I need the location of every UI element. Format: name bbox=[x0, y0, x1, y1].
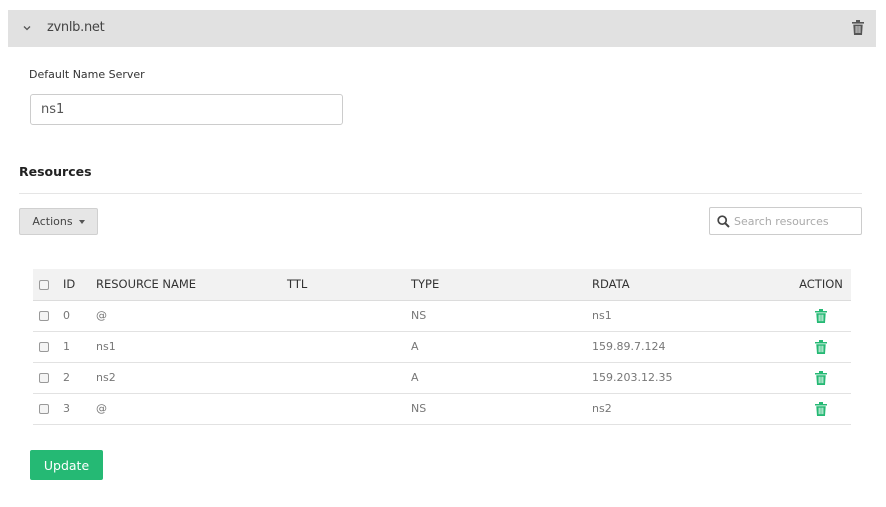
table-header-row: ID RESOURCE NAME TTL TYPE RDATA ACTION bbox=[33, 269, 851, 300]
table-row: 2 ns2 A 159.203.12.35 bbox=[33, 362, 851, 393]
delete-row-icon[interactable] bbox=[815, 401, 827, 416]
column-header-rdata[interactable]: RDATA bbox=[592, 269, 791, 300]
cell-ttl bbox=[287, 362, 411, 393]
search-input[interactable] bbox=[734, 208, 858, 234]
resources-heading: Resources bbox=[19, 164, 92, 179]
cell-ttl bbox=[287, 393, 411, 424]
cell-id: 3 bbox=[63, 402, 70, 415]
row-checkbox[interactable] bbox=[39, 342, 49, 352]
delete-row-icon[interactable] bbox=[815, 370, 827, 385]
actions-dropdown-button[interactable]: Actions bbox=[19, 208, 98, 235]
cell-type: NS bbox=[411, 402, 427, 415]
column-header-action: ACTION bbox=[799, 277, 843, 292]
resources-table: ID RESOURCE NAME TTL TYPE RDATA ACTION 0… bbox=[33, 269, 851, 425]
cell-type: A bbox=[411, 340, 419, 353]
cell-type: A bbox=[411, 371, 419, 384]
row-checkbox[interactable] bbox=[39, 311, 49, 321]
cell-id: 0 bbox=[63, 309, 70, 322]
cell-resource-name: @ bbox=[96, 402, 107, 415]
domain-title: zvnlb.net bbox=[47, 20, 105, 35]
cell-id: 2 bbox=[63, 371, 70, 384]
search-box[interactable] bbox=[709, 207, 862, 235]
divider bbox=[19, 193, 862, 194]
table-row: 0 @ NS ns1 bbox=[33, 300, 851, 331]
table-row: 3 @ NS ns2 bbox=[33, 393, 851, 424]
delete-row-icon[interactable] bbox=[815, 308, 827, 323]
cell-rdata: 159.203.12.35 bbox=[592, 371, 673, 384]
table-row: 1 ns1 A 159.89.7.124 bbox=[33, 331, 851, 362]
column-header-id[interactable]: ID bbox=[63, 269, 96, 300]
select-all-checkbox[interactable] bbox=[39, 279, 49, 290]
column-header-type[interactable]: TYPE bbox=[411, 269, 592, 300]
cell-rdata: 159.89.7.124 bbox=[592, 340, 666, 353]
row-checkbox[interactable] bbox=[39, 373, 49, 383]
delete-row-icon[interactable] bbox=[815, 339, 827, 354]
cell-type: NS bbox=[411, 309, 427, 322]
cell-id: 1 bbox=[63, 340, 70, 353]
cell-ttl bbox=[287, 300, 411, 331]
cell-resource-name: ns1 bbox=[96, 340, 116, 353]
column-header-ttl[interactable]: TTL bbox=[287, 269, 411, 300]
chevron-down-icon[interactable] bbox=[20, 21, 34, 35]
cell-resource-name: @ bbox=[96, 309, 107, 322]
default-name-server-input[interactable] bbox=[30, 94, 343, 125]
cell-ttl bbox=[287, 331, 411, 362]
row-checkbox[interactable] bbox=[39, 404, 49, 414]
cell-rdata: ns2 bbox=[592, 402, 612, 415]
caret-down-icon bbox=[78, 219, 85, 224]
cell-rdata: ns1 bbox=[592, 309, 612, 322]
default-name-server-label: Default Name Server bbox=[29, 68, 145, 81]
actions-label: Actions bbox=[32, 215, 73, 228]
trash-icon[interactable] bbox=[852, 20, 864, 35]
column-header-resource-name[interactable]: RESOURCE NAME bbox=[96, 269, 287, 300]
update-button[interactable]: Update bbox=[30, 450, 103, 480]
search-icon bbox=[717, 215, 730, 228]
domain-panel-header[interactable]: zvnlb.net bbox=[8, 10, 876, 47]
cell-resource-name: ns2 bbox=[96, 371, 116, 384]
